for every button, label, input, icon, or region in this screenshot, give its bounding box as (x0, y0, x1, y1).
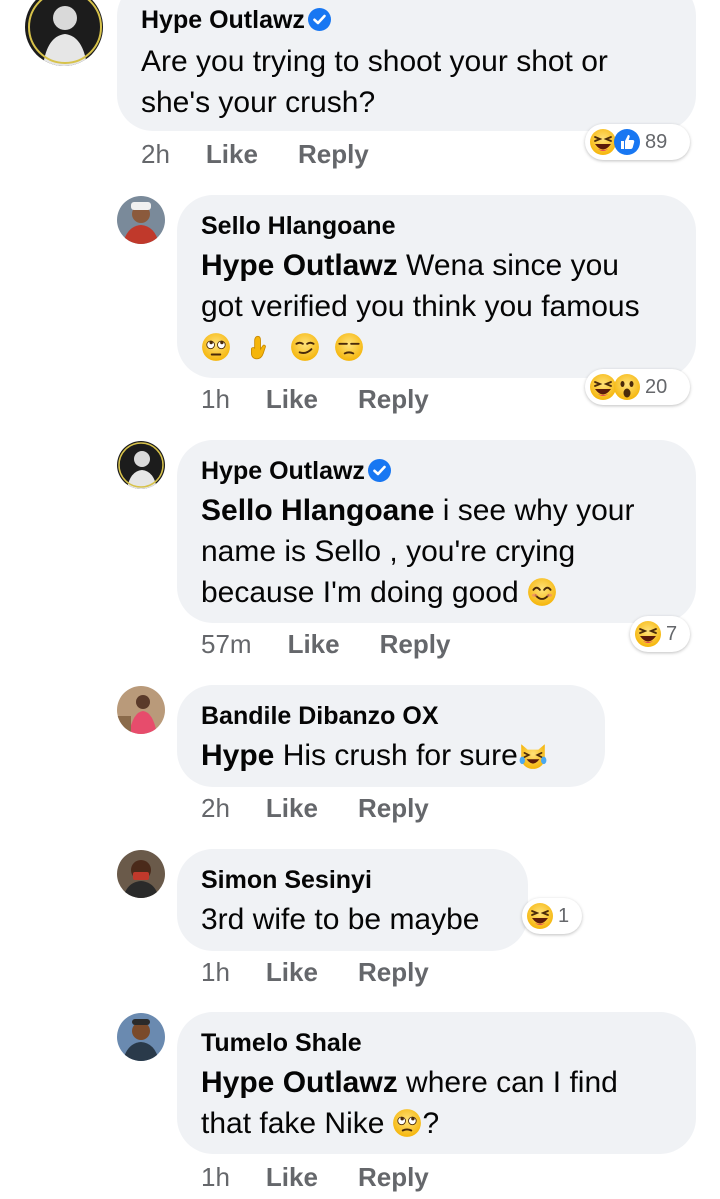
avatar[interactable] (117, 441, 165, 489)
comment-author[interactable]: Hype Outlawz (141, 5, 331, 35)
like-button[interactable]: Like (206, 139, 258, 169)
laugh-emoji-icon (634, 620, 662, 648)
comment-text: Sello Hlangoane i see why your name is S… (201, 490, 634, 613)
comment-line: name is Sello , you're crying (201, 535, 576, 568)
comment-actions: 2h Like Reply (201, 793, 429, 823)
timestamp[interactable]: 57m (201, 629, 252, 659)
like-button[interactable]: Like (288, 629, 340, 659)
reaction-summary[interactable]: 89 (585, 124, 690, 160)
comment-text: Hype Outlawz where can I find that fake … (201, 1062, 618, 1144)
reply-button[interactable]: Reply (358, 384, 429, 414)
comment-line: she's your crush? (141, 86, 376, 119)
comment-author[interactable]: Hype Outlawz (201, 456, 391, 486)
comment-text: Are you trying to shoot your shot or she… (141, 41, 608, 123)
flushed-emoji-icon (392, 1108, 422, 1138)
wow-emoji-icon (613, 373, 641, 401)
comment-author[interactable]: Tumelo Shale (201, 1028, 362, 1058)
mention[interactable]: Hype Outlawz (201, 249, 398, 282)
comment-line: His crush for sure (282, 739, 518, 772)
reaction-summary[interactable]: 7 (630, 616, 690, 652)
comment-actions: 2h Like Reply (141, 139, 369, 169)
avatar[interactable] (117, 196, 165, 244)
comment-text: Hype His crush for sure (201, 735, 551, 776)
laugh-emoji-icon (526, 902, 554, 930)
comment-actions: 57m Like Reply (201, 629, 450, 659)
reply-button[interactable]: Reply (380, 629, 451, 659)
reaction-count: 1 (558, 904, 570, 927)
reply-button[interactable]: Reply (358, 957, 429, 987)
comment-text: Hype Outlawz Wena since you got verified… (201, 245, 640, 369)
reply-button[interactable]: Reply (358, 793, 429, 823)
comment-line: 3rd wife to be maybe (201, 903, 480, 936)
reaction-summary[interactable]: 1 (522, 898, 582, 934)
avatar[interactable] (25, 0, 103, 66)
comment-line: Are you trying to shoot your shot or (141, 45, 608, 78)
mention[interactable]: Hype (201, 739, 274, 772)
unamused-emoji-icon (334, 332, 364, 362)
comment-text: 3rd wife to be maybe (201, 899, 479, 940)
timestamp[interactable]: 1h (201, 384, 230, 414)
crossed-fingers-emoji-icon (245, 332, 275, 362)
reply-button[interactable]: Reply (358, 1162, 429, 1192)
like-button[interactable]: Like (266, 793, 318, 823)
comment-author[interactable]: Sello Hlangoane (201, 211, 395, 241)
timestamp[interactable]: 2h (201, 793, 230, 823)
mention[interactable]: Hype Outlawz (201, 1066, 398, 1099)
comment-line: got verified you think you famous (201, 290, 640, 323)
reaction-count: 7 (666, 622, 678, 645)
verified-badge-icon (307, 8, 331, 31)
like-thumb-icon (613, 128, 641, 156)
comment-line: where can I find (406, 1066, 618, 1099)
reply-button[interactable]: Reply (298, 139, 369, 169)
like-button[interactable]: Like (266, 957, 318, 987)
comment-actions: 1h Like Reply (201, 957, 429, 987)
smirk-emoji-icon (290, 332, 320, 362)
timestamp[interactable]: 1h (201, 957, 230, 987)
eye-roll-emoji-icon (201, 332, 231, 362)
comment-line: ? (422, 1107, 440, 1140)
like-button[interactable]: Like (266, 1162, 318, 1192)
timestamp[interactable]: 2h (141, 139, 170, 169)
verified-badge-icon (367, 459, 391, 482)
emoji-row (201, 327, 640, 369)
reaction-summary[interactable]: 20 (585, 369, 690, 405)
comment-author[interactable]: Bandile Dibanzo OX (201, 701, 439, 731)
cat-tears-of-joy-emoji-icon (518, 740, 548, 770)
comment-author[interactable]: Simon Sesinyi (201, 865, 372, 895)
author-name[interactable]: Hype Outlawz (201, 457, 365, 485)
smiling-emoji-icon (527, 577, 557, 607)
mention[interactable]: Sello Hlangoane (201, 494, 434, 527)
avatar[interactable] (117, 850, 165, 898)
avatar[interactable] (117, 1013, 165, 1061)
comment-line: Wena since you (406, 249, 619, 282)
reaction-count: 89 (645, 130, 668, 153)
reaction-count: 20 (645, 375, 668, 398)
author-name[interactable]: Hype Outlawz (141, 6, 305, 34)
comment-actions: 1h Like Reply (201, 384, 429, 414)
timestamp[interactable]: 1h (201, 1162, 230, 1192)
avatar[interactable] (117, 686, 165, 734)
comment-line: because I'm doing good (201, 576, 519, 609)
comment-actions: 1h Like Reply (201, 1162, 429, 1192)
like-button[interactable]: Like (266, 384, 318, 414)
comment-line: that fake Nike (201, 1107, 385, 1140)
comment-line: i see why your (442, 494, 635, 527)
